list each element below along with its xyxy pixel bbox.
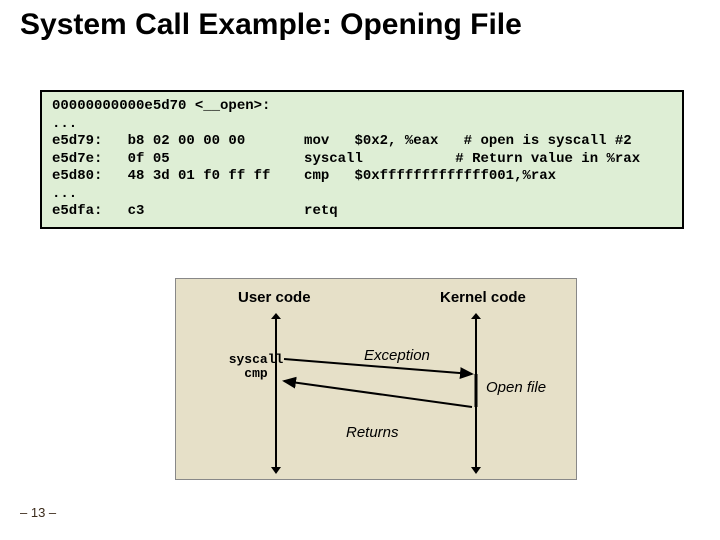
exception-label: Exception — [364, 347, 430, 364]
open-file-label: Open file — [486, 379, 546, 396]
code-listing: 00000000000e5d70 <__open>: ... e5d79: b8… — [40, 90, 684, 229]
returns-label: Returns — [346, 424, 399, 441]
syscall-diagram: User code Kernel code syscall cmp E — [175, 278, 577, 480]
syscall-cmp-label: syscall cmp — [226, 353, 286, 382]
page-title: System Call Example: Opening File — [20, 8, 522, 42]
page-number: – 13 – — [20, 505, 56, 520]
slide: System Call Example: Opening File 000000… — [0, 0, 720, 540]
